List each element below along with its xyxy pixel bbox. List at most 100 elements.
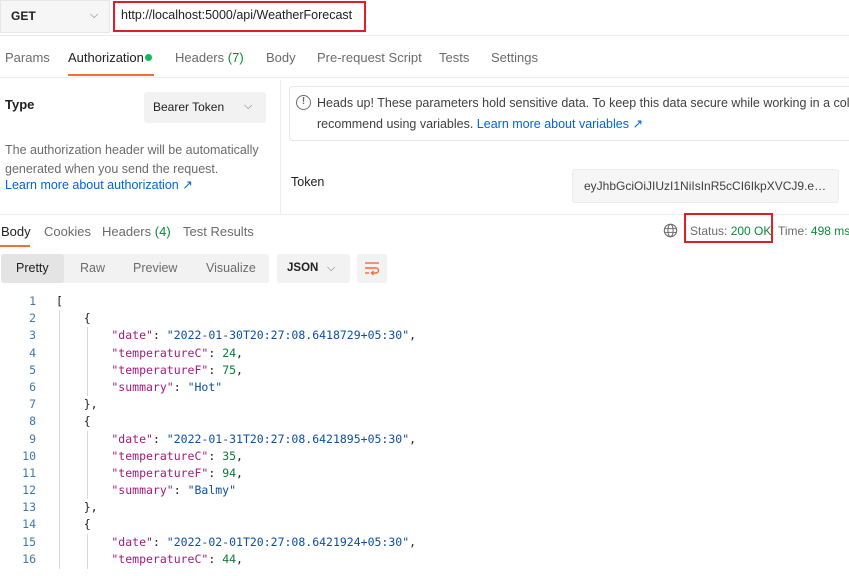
code-text: "temperatureC": 35, — [56, 448, 243, 463]
line-number: 3 — [29, 328, 36, 343]
line-number: 5 — [29, 362, 36, 377]
learn-more-variables-link[interactable]: Learn more about variables ↗ — [477, 117, 643, 131]
time-value: 498 ms — [810, 224, 849, 238]
alert-text-line2: recommend using variables. Learn more ab… — [317, 116, 643, 131]
alert-text-prefix: recommend using variables. — [317, 117, 477, 131]
code-text: }, — [56, 500, 98, 515]
line-number: 9 — [29, 431, 36, 446]
token-label: Token — [291, 175, 325, 189]
code-line: 1[ — [0, 293, 849, 310]
line-number: 7 — [29, 397, 36, 412]
view-mode-pretty[interactable]: Pretty — [16, 261, 49, 275]
response-tab-test-results[interactable]: Test Results — [183, 224, 254, 239]
response-tab-headers-count: (4) — [154, 224, 171, 239]
line-number: 13 — [22, 500, 36, 515]
tab-pre-request-script[interactable]: Pre-request Script — [317, 50, 422, 65]
code-line: 8 { — [0, 413, 849, 430]
editor-clip — [0, 569, 849, 576]
learn-more-authorization-link[interactable]: Learn more about authorization ↗ — [5, 177, 193, 192]
code-line: 2 { — [0, 310, 849, 327]
response-tab-body[interactable]: Body — [1, 224, 31, 239]
indent-guide — [86, 430, 88, 500]
line-number: 10 — [22, 448, 36, 463]
wrap-lines-icon — [365, 262, 380, 276]
response-tab-headers-label: Headers — [102, 224, 152, 239]
view-mode-visualize[interactable]: Visualize — [206, 261, 256, 275]
code-line: 9 "date": "2022-01-31T20:27:08.6421895+0… — [0, 431, 849, 448]
response-body-editor[interactable]: 1[2 {3 "date": "2022-01-30T20:27:08.6418… — [0, 293, 849, 576]
alert-text: Heads up! These parameters hold sensitiv… — [317, 96, 849, 110]
code-line: 5 "temperatureF": 75, — [0, 362, 849, 379]
tab-authorization[interactable]: Authorization — [68, 50, 144, 65]
code-line: 13 }, — [0, 499, 849, 516]
format-value: JSON — [287, 262, 319, 274]
line-number: 4 — [29, 345, 36, 360]
line-number: 12 — [22, 483, 36, 498]
response-tab-headers[interactable]: Headers (4) — [102, 224, 171, 239]
code-text: "date": "2022-01-30T20:27:08.6418729+05:… — [56, 328, 417, 343]
code-text: "summary": "Hot" — [56, 379, 223, 394]
tab-headers[interactable]: Headers (7) — [175, 50, 244, 65]
line-number: 1 — [29, 294, 36, 308]
status-label: Status: — [690, 224, 731, 238]
tab-params[interactable]: Params — [5, 50, 50, 65]
code-text: "temperatureC": 44, — [56, 551, 243, 566]
tab-settings[interactable]: Settings — [491, 50, 538, 65]
tab-tests[interactable]: Tests — [439, 50, 469, 65]
auth-description: The authorization header will be automat… — [5, 143, 259, 176]
code-line: 15 "date": "2022-02-01T20:27:08.6421924+… — [0, 534, 849, 551]
response-time[interactable]: Time: 498 ms — [778, 224, 849, 238]
code-line: 10 "temperatureC": 35, — [0, 448, 849, 465]
line-number: 11 — [22, 465, 36, 480]
token-value: eyJhbGciOiJIUzI1NiIsInR5cCI6IkpXVCJ9.eyJ… — [584, 179, 832, 193]
auth-type-label: Type — [5, 97, 35, 112]
code-text: "temperatureF": 94, — [56, 465, 243, 480]
code-text: "temperatureC": 24, — [56, 345, 243, 360]
tab-headers-label: Headers — [175, 50, 225, 65]
code-text: { — [56, 414, 91, 429]
line-number: 15 — [22, 534, 36, 549]
code-line: 6 "summary": "Hot" — [0, 379, 849, 396]
info-icon: ! — [296, 95, 311, 110]
code-line: 12 "summary": "Balmy" — [0, 482, 849, 499]
line-number: 2 — [29, 311, 36, 326]
code-line: 11 "temperatureF": 94, — [0, 465, 849, 482]
chevron-down-icon: ⌵ — [327, 262, 336, 274]
indent-guide — [86, 327, 88, 397]
code-line: 16 "temperatureC": 44, — [0, 551, 849, 568]
line-number: 14 — [22, 517, 36, 532]
status-indicator[interactable]: Status: 200 OK — [690, 224, 771, 238]
status-value: 200 OK — [730, 224, 772, 238]
line-number: 8 — [29, 414, 36, 429]
globe-icon[interactable] — [663, 223, 678, 238]
tab-headers-count: (7) — [227, 50, 244, 65]
url-text: http://localhost:5000/api/WeatherForecas… — [121, 8, 353, 22]
code-text: }, — [56, 397, 98, 412]
chevron-down-icon: ⌵ — [244, 100, 253, 112]
chevron-down-icon: ⌵ — [90, 9, 99, 21]
view-mode-raw[interactable]: Raw — [80, 261, 105, 275]
active-response-tab-indicator — [0, 245, 30, 247]
code-line: 7 }, — [0, 396, 849, 413]
code-line: 4 "temperatureC": 24, — [0, 345, 849, 362]
code-text: "date": "2022-02-01T20:27:08.6421924+05:… — [56, 534, 417, 549]
active-tab-indicator — [68, 74, 154, 76]
tab-body[interactable]: Body — [266, 50, 296, 65]
auth-type-value: Bearer Token — [153, 100, 225, 114]
code-text: [ — [56, 294, 63, 308]
code-line: 14 { — [0, 516, 849, 533]
code-text: "summary": "Balmy" — [56, 483, 237, 498]
view-mode-preview[interactable]: Preview — [133, 261, 177, 275]
method-label: GET — [11, 9, 36, 23]
response-tab-cookies[interactable]: Cookies — [44, 224, 91, 239]
line-number: 16 — [22, 551, 36, 566]
indent-guide — [59, 310, 60, 576]
code-text: "temperatureF": 75, — [56, 362, 243, 377]
sensitive-data-alert — [289, 86, 849, 141]
time-label: Time: — [778, 224, 811, 238]
line-number: 6 — [29, 379, 36, 394]
code-text: { — [56, 517, 91, 532]
panel-divider — [280, 80, 281, 214]
code-text: { — [56, 311, 91, 326]
code-line: 3 "date": "2022-01-30T20:27:08.6418729+0… — [0, 327, 849, 344]
